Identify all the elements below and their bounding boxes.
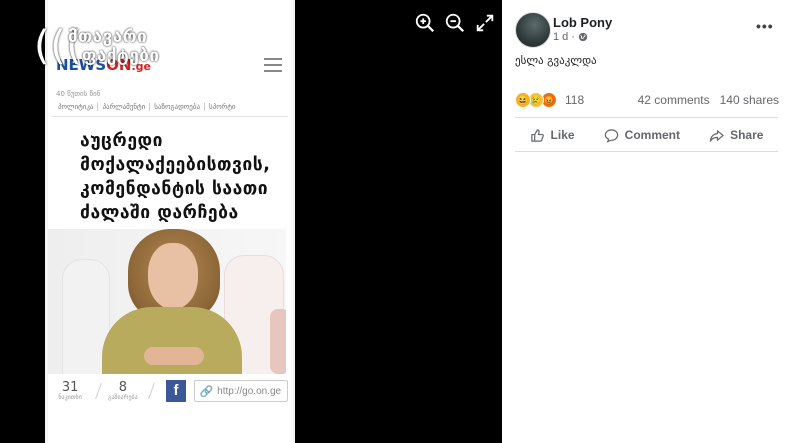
person-hands — [144, 347, 204, 365]
comment-label: Comment — [624, 128, 680, 142]
divider — [515, 151, 778, 152]
shares-count[interactable]: 140 shares — [720, 93, 779, 107]
category-item: საზოგადოება — [150, 103, 206, 111]
viewer-toolbar — [414, 12, 496, 34]
author-name[interactable]: Lob Pony — [553, 15, 612, 30]
post-actions: Like Comment Share — [515, 122, 778, 148]
zoom-in-icon[interactable] — [414, 12, 436, 34]
article-url: http://go.on.ge — [217, 385, 282, 397]
comments-count[interactable]: 42 comments — [638, 93, 710, 107]
category-item: პარლამენტი — [98, 103, 151, 111]
meta-dot: · — [571, 31, 575, 43]
zoom-out-icon[interactable] — [444, 12, 466, 34]
post-time[interactable]: 1 d — [553, 31, 568, 43]
reaction-count[interactable]: 118 — [565, 93, 584, 107]
haha-reaction-icon: 😆 — [515, 92, 531, 108]
post-details-pane: Lob Pony 1 d · ••• ესლა გვაკლდა 😆 😢 😡 11… — [502, 0, 811, 443]
category-item: სპორტი — [209, 103, 236, 111]
comment-button[interactable]: Comment — [604, 128, 680, 143]
globe-icon — [578, 32, 588, 42]
reactions-summary[interactable]: 😆 😢 😡 118 — [515, 92, 584, 108]
thumbs-up-icon — [530, 128, 544, 142]
share-count-value: 8 — [118, 380, 127, 395]
category-item: პოლიტიკა — [54, 103, 99, 111]
share-button[interactable]: Share — [709, 128, 763, 143]
link-icon: 🔗 — [199, 385, 214, 398]
author-avatar[interactable] — [515, 12, 551, 48]
article-categories: პოლიტიკა პარლამენტი საზოგადოება სპორტი — [54, 103, 240, 111]
article-url-box: 🔗 http://go.on.ge — [194, 380, 288, 402]
share-count-label: გაზიარება — [108, 394, 138, 401]
facebook-share-icon: f — [165, 380, 187, 402]
article-time: 40 წუთის წინ — [56, 90, 101, 98]
person-face — [148, 243, 198, 309]
share-icon — [709, 129, 724, 142]
background-object — [270, 309, 286, 374]
like-button[interactable]: Like — [530, 128, 575, 143]
read-count-label: ნაკითხი — [58, 394, 82, 401]
divider — [52, 116, 288, 117]
post-text: ესლა გვაკლდა — [515, 54, 597, 67]
article-photo — [48, 229, 286, 374]
hamburger-menu-icon — [264, 58, 282, 72]
read-count: 31 ნაკითხი — [52, 381, 88, 401]
like-label: Like — [550, 128, 575, 142]
read-count-value: 31 — [61, 380, 79, 395]
share-label: Share — [730, 128, 764, 142]
more-options-button[interactable]: ••• — [756, 18, 774, 34]
fullscreen-icon[interactable] — [474, 12, 496, 34]
photo-viewer: ((( მთავარი ფაქტები NEWSON.ge 40 წუთის წ… — [0, 0, 502, 443]
comment-icon — [604, 128, 618, 143]
divider — [515, 117, 778, 118]
watermark-line2: ფაქტები — [82, 46, 160, 66]
share-count: 8 გაზიარება — [105, 381, 141, 401]
article-headline: აუცრედი მოქალაქეებისთვის, კომენდანტის სა… — [80, 131, 271, 223]
article-share-bar: 31 ნაკითხი 8 გაზიარება f 🔗 http://go.on.… — [52, 375, 288, 407]
post-meta: 1 d · — [553, 31, 588, 43]
watermark-line1: მთავარი — [68, 27, 148, 47]
engagement-counts: 42 comments 140 shares — [638, 93, 779, 107]
